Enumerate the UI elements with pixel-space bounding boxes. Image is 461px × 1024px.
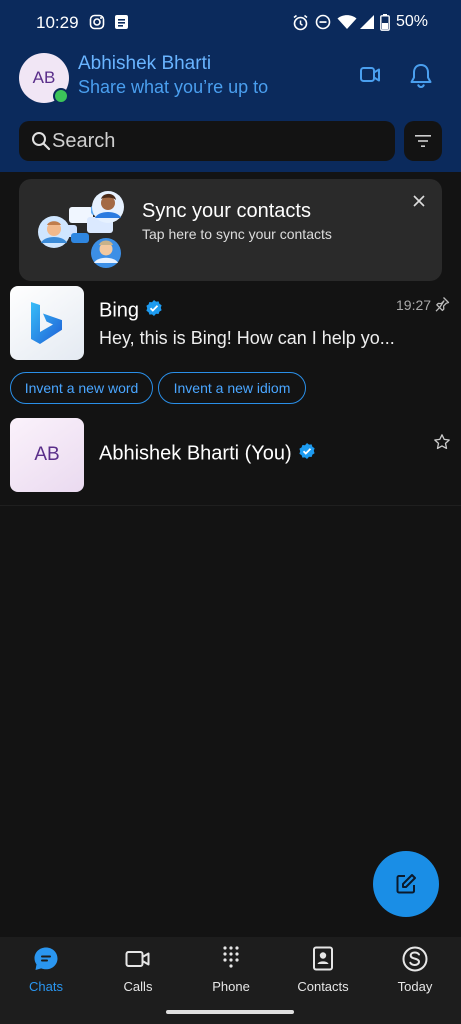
status-bar: 10:29 50%: [0, 0, 461, 46]
presence-indicator: [53, 88, 69, 104]
battery-percent: 50%: [396, 13, 429, 30]
compose-icon: [396, 874, 416, 894]
suggestion-chip[interactable]: Invent a new word: [10, 372, 153, 404]
chat-row-self[interactable]: AB Abhishek Bharti (You): [0, 418, 461, 498]
dnd-icon: [315, 14, 331, 35]
search-input[interactable]: Search: [19, 121, 395, 161]
sync-contacts-card[interactable]: Sync your contacts Tap here to sync your…: [19, 179, 442, 281]
nav-label: Calls: [123, 979, 153, 994]
home-indicator: [166, 1010, 294, 1014]
profile-name[interactable]: Abhishek Bharti: [78, 53, 211, 75]
star-icon[interactable]: [433, 433, 451, 456]
battery-icon: [380, 14, 390, 36]
avatar-initials: AB: [32, 68, 56, 87]
chat-row-bing[interactable]: Bing Hey, this is Bing! How can I help y…: [0, 285, 461, 365]
suggestion-chip[interactable]: Invent a new idiom: [158, 372, 306, 404]
nav-label: Phone: [212, 979, 250, 994]
contacts-icon: [309, 945, 337, 973]
notes-icon: [114, 14, 129, 35]
chat-icon: [32, 945, 60, 973]
search-icon: [31, 131, 51, 156]
new-chat-button[interactable]: [373, 851, 439, 917]
video-icon: [124, 945, 152, 973]
list-divider: [0, 505, 461, 506]
instagram-icon: [89, 14, 105, 35]
nav-label: Contacts: [297, 979, 349, 994]
meet-now-icon[interactable]: [357, 62, 383, 93]
wifi-icon: [337, 14, 357, 35]
chat-name: Bing: [99, 299, 163, 323]
chat-name-text: Bing: [99, 299, 140, 322]
sync-card-title: Sync your contacts: [142, 200, 311, 222]
verified-badge-icon: [145, 299, 163, 323]
chat-name: Abhishek Bharti (You): [99, 442, 316, 466]
filter-button[interactable]: [404, 121, 442, 161]
notifications-bell-icon[interactable]: [408, 62, 434, 95]
bing-avatar: [10, 286, 84, 360]
search-placeholder: Search: [52, 130, 116, 152]
pin-icon[interactable]: [434, 296, 450, 319]
alarm-icon: [292, 14, 309, 36]
nav-today[interactable]: Today: [369, 937, 461, 1007]
close-icon[interactable]: [411, 193, 427, 209]
bing-logo-icon: [31, 302, 62, 344]
profile-status-message[interactable]: Share what you’re up to: [78, 77, 268, 98]
self-avatar: AB: [10, 418, 84, 492]
avatar-initials: AB: [34, 444, 60, 465]
sync-contacts-illustration-icon: [35, 187, 131, 278]
status-time: 10:29: [36, 13, 79, 32]
skype-icon: [401, 945, 429, 973]
nav-phone[interactable]: Phone: [185, 937, 277, 1007]
filter-icon: [415, 135, 431, 147]
suggestion-chip-label: Invent a new idiom: [173, 380, 291, 396]
nav-label: Today: [397, 979, 433, 994]
dialpad-icon: [217, 945, 245, 973]
sync-card-subtitle: Tap here to sync your contacts: [142, 226, 332, 242]
nav-chats[interactable]: Chats: [0, 937, 92, 1007]
nav-contacts[interactable]: Contacts: [277, 937, 369, 1007]
chat-last-message: Hey, this is Bing! How can I help yo...: [99, 328, 395, 348]
nav-label: Chats: [29, 979, 63, 994]
verified-badge-icon: [298, 442, 316, 466]
nav-calls[interactable]: Calls: [92, 937, 184, 1007]
chat-name-text: Abhishek Bharti (You): [99, 442, 292, 465]
signal-icon: [359, 14, 375, 35]
chat-timestamp: 19:27: [396, 297, 432, 313]
suggestion-chip-label: Invent a new word: [24, 380, 139, 396]
